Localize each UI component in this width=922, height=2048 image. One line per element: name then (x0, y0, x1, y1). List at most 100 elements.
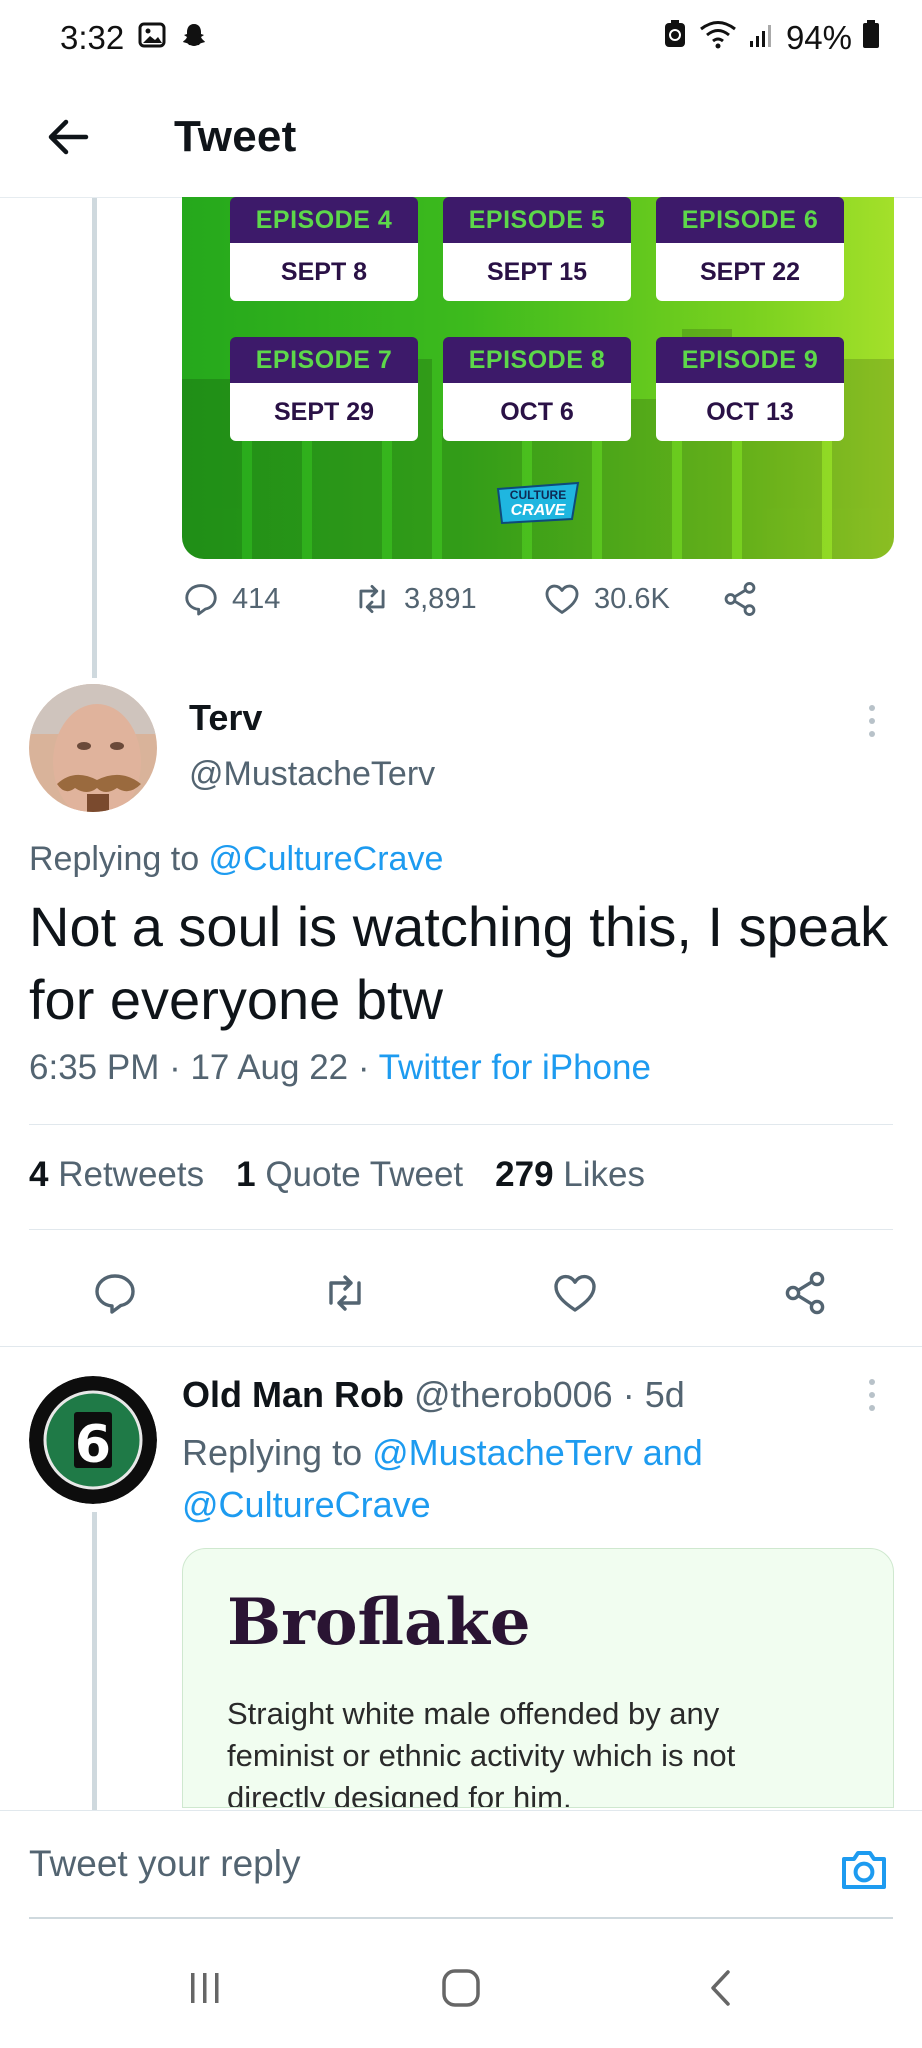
episode-date: SEPT 8 (230, 243, 418, 301)
episode-tile: EPISODE 6 SEPT 22 (656, 197, 844, 301)
status-left: 3:32 (60, 19, 208, 57)
quotes-stat-label: Quote Tweet (265, 1155, 464, 1194)
more-options-button[interactable] (852, 691, 892, 751)
more-dot (869, 731, 875, 737)
episode-date: OCT 13 (656, 383, 844, 441)
culture-crave-logo: CULTURE CRAVE (496, 481, 580, 525)
system-back-button[interactable] (686, 1958, 756, 2018)
definition-body: Straight white male offended by any femi… (227, 1696, 736, 1808)
episode-date: SEPT 15 (443, 243, 631, 301)
reply-composer: Tweet your reply (0, 1810, 922, 1922)
tweet-time: 6:35 PM (29, 1048, 160, 1087)
user-handle[interactable]: @MustacheTerv (189, 755, 435, 794)
reply-icon (95, 1274, 135, 1314)
episode-tile: EPISODE 4 SEPT 8 (230, 197, 418, 301)
more-dot (869, 718, 875, 724)
share-icon (785, 1271, 825, 1315)
mention-link[interactable]: @MustacheTerv (372, 1432, 633, 1473)
recent-apps-icon (191, 1973, 219, 2003)
snapchat-icon (180, 19, 208, 57)
more-dot (869, 705, 875, 711)
retweet-icon (329, 1275, 361, 1311)
battery-icon (862, 19, 880, 57)
recent-apps-button[interactable] (170, 1958, 240, 2018)
episode-label: EPISODE 5 (443, 197, 631, 243)
share-action[interactable] (720, 580, 760, 618)
episode-tile: EPISODE 5 SEPT 15 (443, 197, 631, 301)
reply-input-underline (29, 1917, 893, 1919)
user-avatar-photo (29, 684, 157, 812)
heart-icon (554, 1274, 596, 1312)
more-dot (869, 1392, 875, 1398)
tweet-stats: 4 Retweets 1 Quote Tweet 279 Likes (29, 1155, 645, 1195)
status-time: 3:32 (60, 19, 125, 56)
replying-prefix: Replying to (182, 1432, 373, 1473)
and-text: and (632, 1432, 703, 1473)
reply-media-image[interactable]: Broflake Straight white male offended by… (182, 1548, 894, 1808)
tweet-text: Not a soul is watching this, I speak for… (29, 895, 889, 1031)
page-title: Tweet (174, 111, 297, 161)
user-display-name[interactable]: Terv (189, 697, 262, 739)
camera-button[interactable] (836, 1841, 892, 1897)
avatar[interactable] (29, 684, 157, 812)
avatar-number: 6 (75, 1415, 111, 1475)
quotes-stat-count: 1 (236, 1155, 256, 1194)
svg-text:CRAVE: CRAVE (511, 502, 567, 519)
like-button[interactable] (540, 1258, 610, 1328)
tweet-media-image[interactable]: EPISODE 4 SEPT 8 EPISODE 5 SEPT 15 EPISO… (182, 197, 894, 559)
like-action[interactable]: 30.6K (542, 580, 720, 618)
retweet-action[interactable]: 3,891 (352, 580, 542, 618)
main-tweet-actions (0, 1258, 922, 1328)
retweet-count: 3,891 (404, 582, 477, 615)
episode-grid: EPISODE 4 SEPT 8 EPISODE 5 SEPT 15 EPISO… (230, 197, 844, 441)
home-button[interactable] (426, 1958, 496, 2018)
episode-label: EPISODE 9 (656, 337, 844, 383)
status-right: 94% (662, 19, 880, 57)
reply-icon (185, 584, 217, 616)
more-dot (869, 1405, 875, 1411)
reply-replying-to: Replying to @MustacheTerv and @CultureCr… (182, 1427, 862, 1531)
reply-avatar[interactable]: 6 (29, 1376, 157, 1504)
reply-display-name[interactable]: Old Man Rob (182, 1374, 404, 1415)
episode-label: EPISODE 6 (656, 197, 844, 243)
retweets-stat[interactable]: 4 Retweets (29, 1155, 204, 1195)
reply-input[interactable]: Tweet your reply (29, 1843, 300, 1885)
tweet-source-link[interactable]: Twitter for iPhone (379, 1048, 651, 1087)
thread-line (92, 198, 97, 678)
back-button[interactable] (28, 97, 108, 177)
episode-label: EPISODE 8 (443, 337, 631, 383)
heart-icon (545, 584, 579, 614)
likes-stat[interactable]: 279 Likes (495, 1155, 645, 1195)
app-header: Tweet (0, 76, 922, 198)
tweet-date: 17 Aug 22 (190, 1048, 349, 1087)
thread-line (92, 1512, 97, 1810)
reply-header: Old Man Rob @therob006 · 5d (182, 1374, 685, 1416)
media-tweet-actions: 414 3,891 30.6K (182, 580, 760, 618)
reply-button[interactable] (80, 1258, 150, 1328)
mention-link[interactable]: @CultureCrave (209, 840, 444, 878)
like-count: 30.6K (594, 582, 670, 615)
system-nav-bar (0, 1922, 922, 2048)
definition-title: Broflake (227, 1585, 531, 1660)
share-button[interactable] (770, 1258, 840, 1328)
tweet-meta: 6:35 PM · 17 Aug 22 · Twitter for iPhone (29, 1048, 651, 1088)
retweet-button[interactable] (310, 1258, 380, 1328)
quotes-stat[interactable]: 1 Quote Tweet (236, 1155, 463, 1195)
episode-tile: EPISODE 8 OCT 6 (443, 337, 631, 441)
gallery-icon (138, 19, 166, 57)
mention-link[interactable]: @CultureCrave (182, 1484, 431, 1525)
divider (29, 1229, 893, 1230)
wifi-icon (698, 19, 738, 57)
signal-icon (748, 19, 776, 57)
likes-stat-count: 279 (495, 1155, 554, 1194)
arrow-left-icon (48, 119, 89, 154)
share-icon (724, 582, 756, 616)
episode-label: EPISODE 4 (230, 197, 418, 243)
likes-stat-label: Likes (563, 1155, 645, 1194)
episode-label: EPISODE 7 (230, 337, 418, 383)
more-dot (869, 1379, 875, 1385)
meta-separator: · (348, 1048, 379, 1087)
reply-action[interactable]: 414 (182, 580, 352, 618)
reply-handle[interactable]: @therob006 (414, 1374, 613, 1415)
reply-more-options-button[interactable] (852, 1365, 892, 1425)
